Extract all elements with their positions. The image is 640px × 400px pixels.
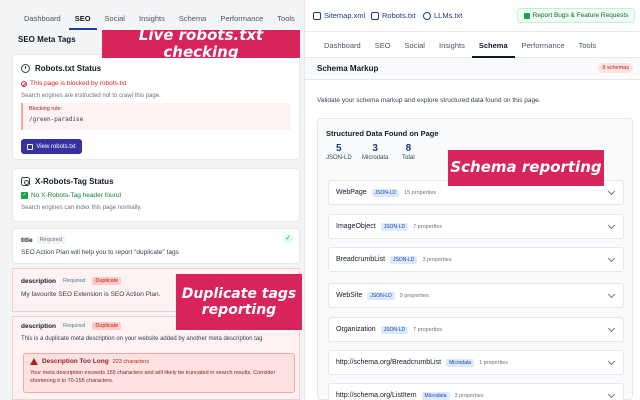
stat-json-ld: 5 JSON-LD [326,143,352,161]
format-badge: Microdata [421,391,450,400]
ban-icon [21,80,27,87]
schema-panel: Sitemap.xml Robots.txt LLMs.txt Report B… [304,0,640,400]
tab-dashboard[interactable]: Dashboard [317,32,368,58]
chevron-down-icon [607,187,616,196]
description-warning: Description Too Long 223 characters Your… [23,353,295,393]
chevron-down-icon [607,290,616,299]
required-badge: Required [36,236,65,244]
title-field-card: title Required SEO Action Plan will help… [12,228,300,264]
gear-icon [423,11,431,20]
blocking-rule-label: Blocking rule: [29,106,63,112]
report-bugs-button[interactable]: Report Bugs & Feature Requests [517,8,635,23]
llms-link[interactable]: LLMs.txt [423,11,462,20]
tab-tools[interactable]: Tools [572,32,604,58]
sitemap-icon [313,11,321,20]
clock-icon [21,64,30,73]
schema-tabs: Dashboard SEO Social Insights Schema Per… [305,32,640,58]
stat-microdata: 3 Microdata [362,143,389,161]
chevron-down-icon [607,221,616,230]
schema-header: Schema Markup 8 schemas [305,58,640,80]
description-value-1: My favourite SEO Extension is SEO Action… [21,291,161,298]
tab-insights[interactable]: Insights [432,32,472,58]
callout-robots: Live robots.txt checking [102,26,300,61]
tab-dashboard[interactable]: Dashboard [18,8,67,30]
view-robots-button[interactable]: View robots.txt [21,139,82,154]
format-badge: JSON-LD [367,291,395,300]
tag-icon [21,177,30,186]
check-circle-icon: ✓ [283,234,293,244]
schema-row-listitem[interactable]: http://schema.org/ListItem Microdata 3 p… [328,383,624,400]
title-field-label: title Required [21,236,65,244]
required-badge: Required [60,277,89,285]
warning-text: Your meta description exceeds 155 charac… [30,370,276,384]
schema-row-organization[interactable]: Organization JSON-LD 7 properties [328,317,624,342]
tab-social[interactable]: Social [398,32,432,58]
duplicate-badge: Duplicate [92,277,122,285]
callout-schema: Schema reporting [448,150,604,186]
robots-status-card: Robots.txt Status This page is blocked b… [12,54,300,160]
tab-performance[interactable]: Performance [515,32,572,58]
description-label-1: description Required Duplicate [21,277,122,285]
robots-link[interactable]: Robots.txt [371,11,416,20]
format-badge: JSON-LD [390,255,418,264]
chevron-down-icon [607,357,616,366]
top-links-bar: Sitemap.xml Robots.txt LLMs.txt Report B… [305,0,640,32]
tab-seo[interactable]: SEO [368,32,398,58]
schema-row-imageobject[interactable]: ImageObject JSON-LD 7 properties [328,214,624,239]
schema-row-breadcrumblist-microdata[interactable]: http://schema.org/BreadcrumbList Microda… [328,350,624,375]
tab-seo[interactable]: SEO [68,8,97,30]
duplicate-badge: Duplicate [92,322,122,330]
x-robots-card: X-Robots-Tag Status ✓ No X-Robots-Tag he… [12,168,300,222]
required-badge: Required [60,322,89,330]
flag-icon [523,12,530,19]
schema-count-badge: 8 schemas [598,63,633,73]
format-badge: JSON-LD [380,325,409,334]
format-badge: Microdata [446,358,475,367]
tab-schema[interactable]: Schema [471,32,515,58]
robots-status-title: Robots.txt Status [21,64,101,73]
format-badge: JSON-LD [380,222,409,231]
schema-row-breadcrumblist[interactable]: BreadcrumbList JSON-LD 3 properties [328,247,624,272]
chevron-down-icon [607,254,616,263]
blocking-rule-value: /green-paradise [29,116,84,123]
callout-duplicate: Duplicate tags reporting [176,274,302,330]
stat-total: 8 Total [402,143,415,161]
schema-row-website[interactable]: WebSite JSON-LD 9 properties [328,283,624,308]
check-icon: ✓ [21,192,28,199]
chevron-down-icon [607,324,616,333]
x-robots-desc: Search engines can index this page norma… [21,205,142,211]
chevron-down-icon [607,390,616,399]
schema-desc: Validate your schema markup and explore … [317,97,541,104]
x-robots-title: X-Robots-Tag Status [21,177,114,186]
warning-title: Description Too Long [42,358,109,365]
title-field-value: SEO Action Plan will help you to report … [21,249,179,256]
robots-desc: Search engines are instructed not to cra… [21,93,161,99]
format-badge: JSON-LD [371,188,400,197]
description-label-2: description Required Duplicate [21,322,122,330]
schema-title: Schema Markup [317,64,379,73]
x-robots-status: ✓ No X-Robots-Tag header found [21,192,121,199]
structured-data-title: Structured Data Found on Page [326,129,439,138]
description-value-2: This is a duplicate meta description on … [21,336,263,342]
robot-icon [371,11,379,20]
warning-count: 223 characters [112,358,150,365]
file-icon [27,143,34,150]
robots-blocked-status: This page is blocked by robots.txt [21,80,126,87]
blocking-rule-box: Blocking rule: /green-paradise [21,103,291,130]
sitemap-link[interactable]: Sitemap.xml [313,11,365,20]
warning-icon [30,358,38,365]
